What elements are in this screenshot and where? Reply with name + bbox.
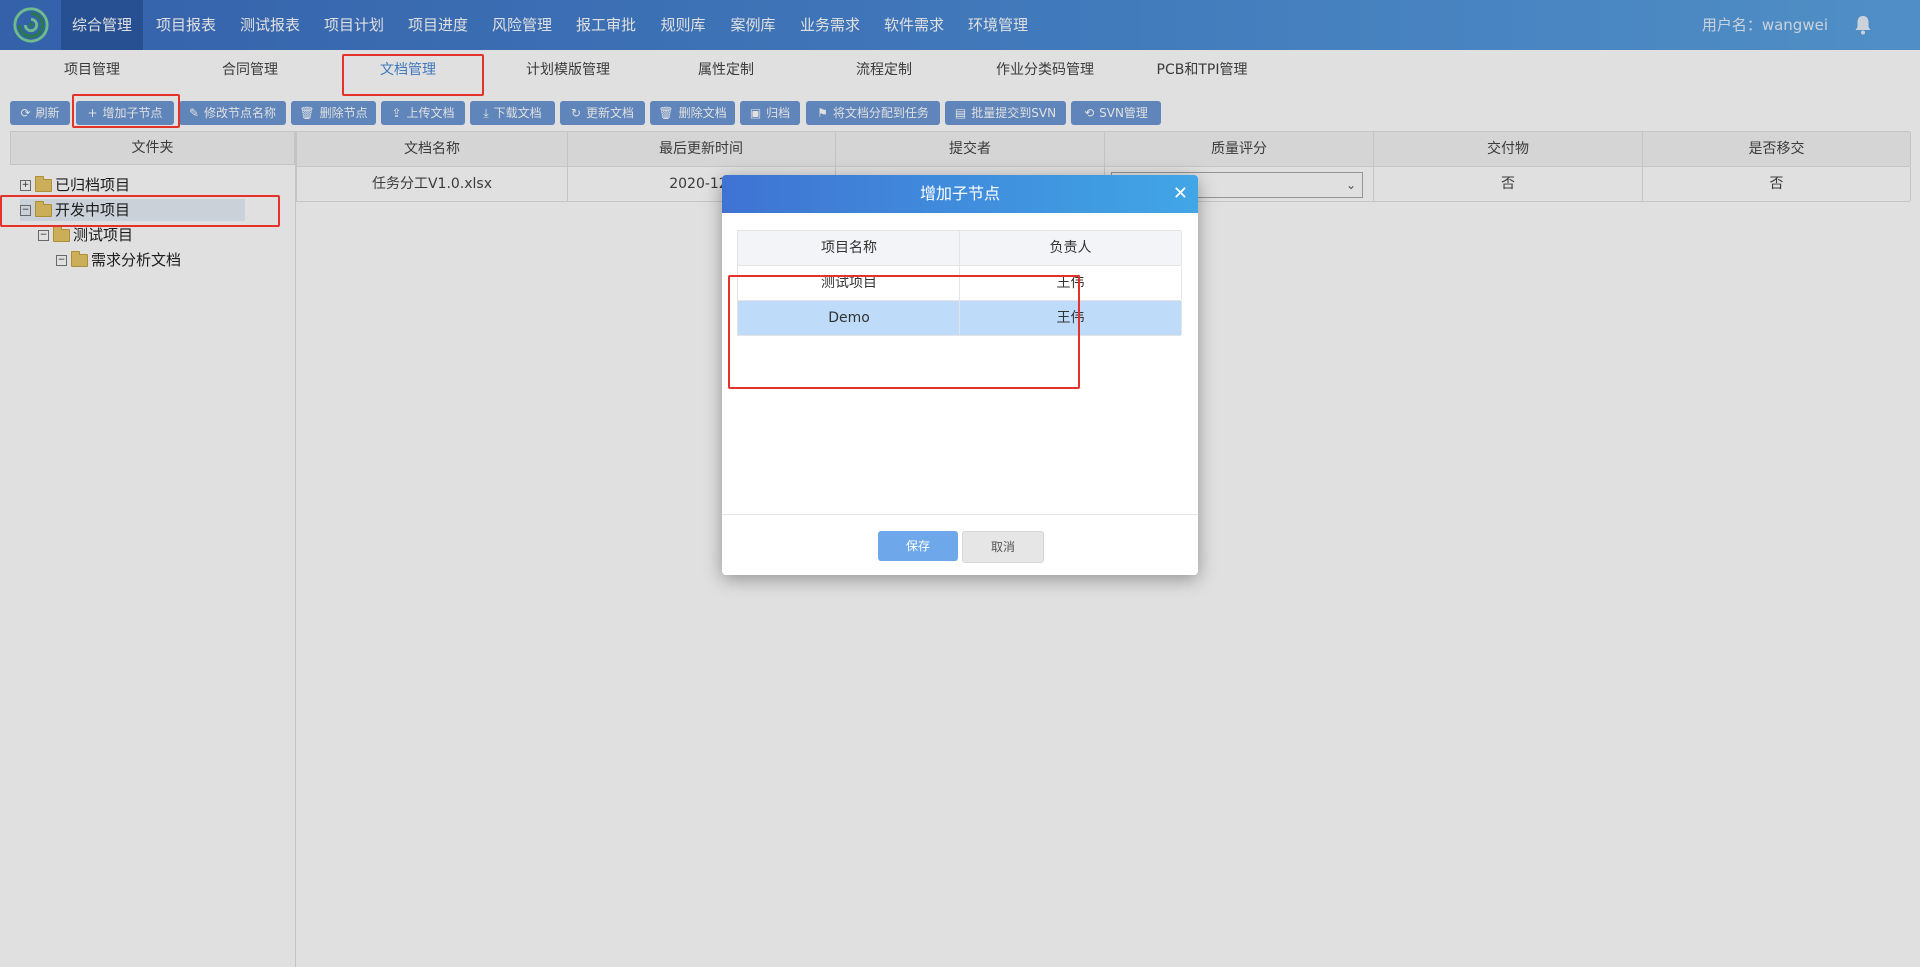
cancel-button[interactable]: 取消 [962, 531, 1044, 563]
dialog-title: 增加子节点 [919, 184, 1000, 203]
dialog-header: 增加子节点 ✕ [722, 175, 1198, 213]
add-child-node-dialog: 增加子节点 ✕ 项目名称 负责人 测试项目 王伟 Demo 王伟 保存 取消 [722, 175, 1198, 575]
dialog-table-header-row: 项目名称 负责人 [737, 230, 1182, 266]
cell-owner: 王伟 [959, 266, 1182, 300]
table-row[interactable]: 测试项目 王伟 [737, 266, 1182, 301]
column-header-project-name[interactable]: 项目名称 [737, 231, 960, 265]
cell-project-name: Demo [737, 301, 960, 335]
close-icon[interactable]: ✕ [1173, 175, 1188, 213]
column-header-owner[interactable]: 负责人 [959, 231, 1182, 265]
table-row-selected[interactable]: Demo 王伟 [737, 301, 1182, 336]
cell-owner: 王伟 [959, 301, 1182, 335]
save-button[interactable]: 保存 [878, 531, 958, 561]
dialog-footer: 保存 取消 [722, 514, 1198, 575]
project-select-table: 项目名称 负责人 测试项目 王伟 Demo 王伟 [737, 230, 1182, 336]
cell-project-name: 测试项目 [737, 266, 960, 300]
